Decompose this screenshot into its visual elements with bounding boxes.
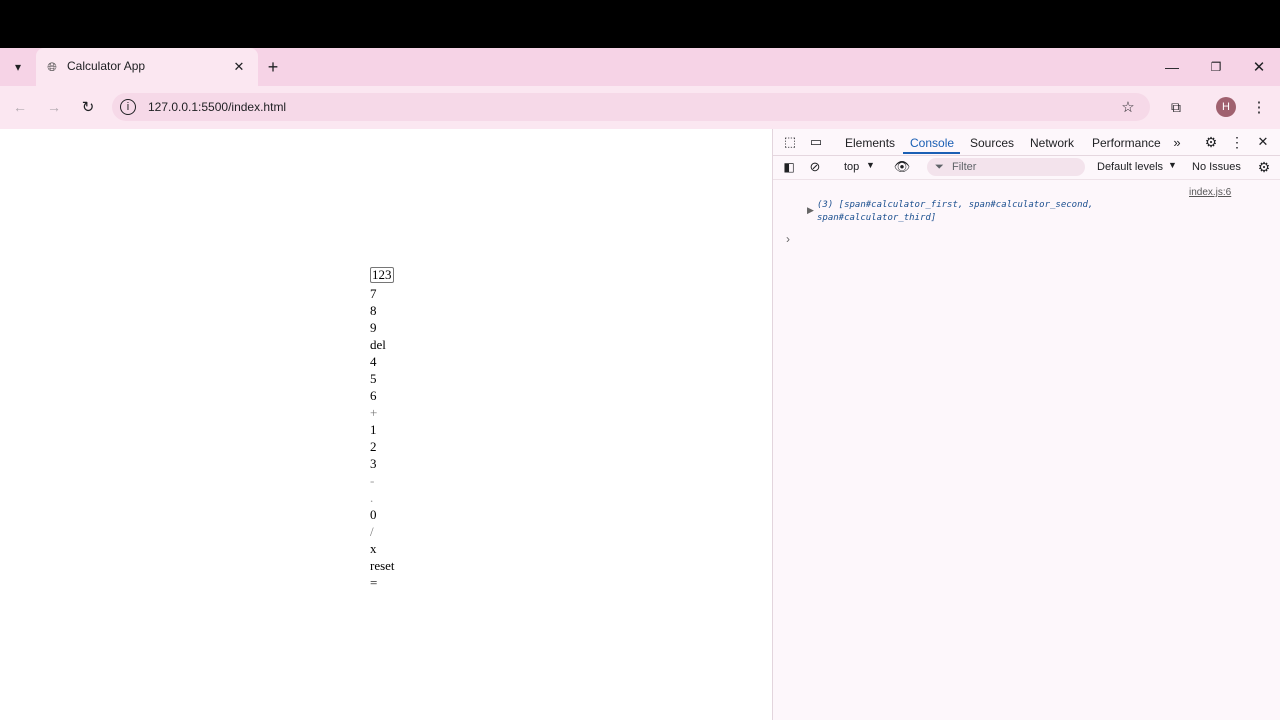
tab-performance[interactable]: Performance bbox=[1092, 136, 1161, 150]
key-4[interactable]: 4 bbox=[370, 353, 395, 370]
console-settings-gear-icon[interactable]: ⚙ bbox=[1256, 159, 1272, 175]
console-prompt[interactable]: › bbox=[786, 232, 790, 246]
more-tabs-icon[interactable]: » bbox=[1168, 134, 1186, 150]
key-plus[interactable]: + bbox=[370, 404, 395, 421]
key-8[interactable]: 8 bbox=[370, 302, 395, 319]
key-1[interactable]: 1 bbox=[370, 421, 395, 438]
tab-console[interactable]: Console bbox=[910, 136, 954, 150]
browser-menu-icon[interactable]: ⋮ bbox=[1250, 97, 1268, 117]
key-5[interactable]: 5 bbox=[370, 370, 395, 387]
globe-icon: 🌐︎ bbox=[47, 59, 57, 74]
console-log-entry[interactable]: (3) [span#calculator_first, span#calcula… bbox=[817, 199, 1147, 225]
key-6[interactable]: 6 bbox=[370, 387, 395, 404]
devtools-panel: ⬚ ▭ Elements Console Sources Network Per… bbox=[772, 129, 1280, 720]
active-tab-indicator bbox=[903, 152, 960, 154]
tab-network[interactable]: Network bbox=[1030, 136, 1074, 150]
restore-button[interactable]: ❐ bbox=[1204, 58, 1228, 76]
extensions-icon[interactable]: ⧉ bbox=[1165, 97, 1187, 117]
devtools-menu-icon[interactable]: ⋮ bbox=[1229, 134, 1245, 150]
key-3[interactable]: 3 bbox=[370, 455, 395, 472]
levels-chevron-icon: ▼ bbox=[1168, 160, 1177, 170]
close-window-button[interactable]: ✕ bbox=[1247, 58, 1271, 76]
forward-button[interactable]: → bbox=[44, 97, 64, 117]
console-toolbar: ◧ ⊘ top ▼ 👁︎ ⏷ Filter Default levels ▼ N… bbox=[773, 155, 1280, 180]
profile-avatar[interactable]: H bbox=[1216, 97, 1236, 117]
key-del[interactable]: del bbox=[370, 336, 395, 353]
issues-counter[interactable]: No Issues bbox=[1192, 161, 1241, 173]
screen-top-bar bbox=[0, 0, 1280, 48]
key-0[interactable]: 0 bbox=[370, 506, 395, 523]
context-chevron-icon: ▼ bbox=[866, 160, 875, 170]
key-2[interactable]: 2 bbox=[370, 438, 395, 455]
calculator-display: 123 bbox=[370, 267, 394, 283]
tab-sources[interactable]: Sources bbox=[970, 136, 1014, 150]
filter-input[interactable]: ⏷ Filter bbox=[927, 158, 1085, 176]
key-equals[interactable]: = bbox=[370, 574, 395, 591]
filter-icon: ⏷ bbox=[935, 161, 944, 173]
key-multiply[interactable]: x bbox=[370, 540, 395, 557]
site-info-icon[interactable]: i bbox=[120, 99, 136, 115]
close-devtools-icon[interactable]: ✕ bbox=[1255, 134, 1271, 150]
url-text[interactable]: 127.0.0.1:5500/index.html bbox=[148, 100, 286, 114]
toolbar: ← → ↻ i 127.0.0.1:5500/index.html ☆ ⧉ H … bbox=[0, 86, 1280, 129]
address-bar[interactable]: i 127.0.0.1:5500/index.html ☆ bbox=[112, 93, 1150, 121]
context-selector[interactable]: top bbox=[844, 161, 859, 173]
key-7[interactable]: 7 bbox=[370, 285, 395, 302]
reload-button[interactable]: ↻ bbox=[78, 97, 98, 117]
key-minus[interactable]: - bbox=[370, 472, 395, 489]
back-button[interactable]: ← bbox=[10, 97, 30, 117]
new-tab-button[interactable]: + bbox=[262, 57, 284, 77]
minimize-button[interactable]: — bbox=[1160, 58, 1184, 76]
tab-title: Calculator App bbox=[67, 59, 146, 73]
log-source-link[interactable]: index.js:6 bbox=[1189, 187, 1231, 198]
key-reset[interactable]: reset bbox=[370, 557, 395, 574]
clear-console-icon[interactable]: ⊘ bbox=[807, 159, 823, 175]
settings-gear-icon[interactable]: ⚙ bbox=[1202, 134, 1220, 150]
devtools-tab-bar: ⬚ ▭ Elements Console Sources Network Per… bbox=[773, 129, 1280, 156]
close-tab-icon[interactable]: ✕ bbox=[230, 58, 248, 76]
calculator: 123 7 8 9 del 4 5 6 + 1 2 3 - . 0 / x re… bbox=[370, 266, 395, 591]
expand-array-icon[interactable]: ▶ bbox=[807, 205, 814, 216]
device-toolbar-icon[interactable]: ▭ bbox=[807, 134, 825, 150]
sidebar-toggle-icon[interactable]: ◧ bbox=[781, 159, 797, 175]
tab-search-chevron-icon[interactable]: ▾ bbox=[8, 58, 28, 76]
log-levels-dropdown[interactable]: Default levels bbox=[1097, 161, 1163, 173]
tab-elements[interactable]: Elements bbox=[845, 136, 895, 150]
filter-placeholder: Filter bbox=[952, 161, 977, 173]
bookmark-star-icon[interactable]: ☆ bbox=[1118, 98, 1138, 116]
key-decimal[interactable]: . bbox=[370, 489, 395, 506]
key-9[interactable]: 9 bbox=[370, 319, 395, 336]
live-expression-eye-icon[interactable]: 👁︎ bbox=[892, 159, 912, 175]
inspect-element-icon[interactable]: ⬚ bbox=[781, 134, 799, 150]
tab-calculator-app[interactable]: 🌐︎ Calculator App ✕ bbox=[36, 48, 258, 86]
key-divide[interactable]: / bbox=[370, 523, 395, 540]
